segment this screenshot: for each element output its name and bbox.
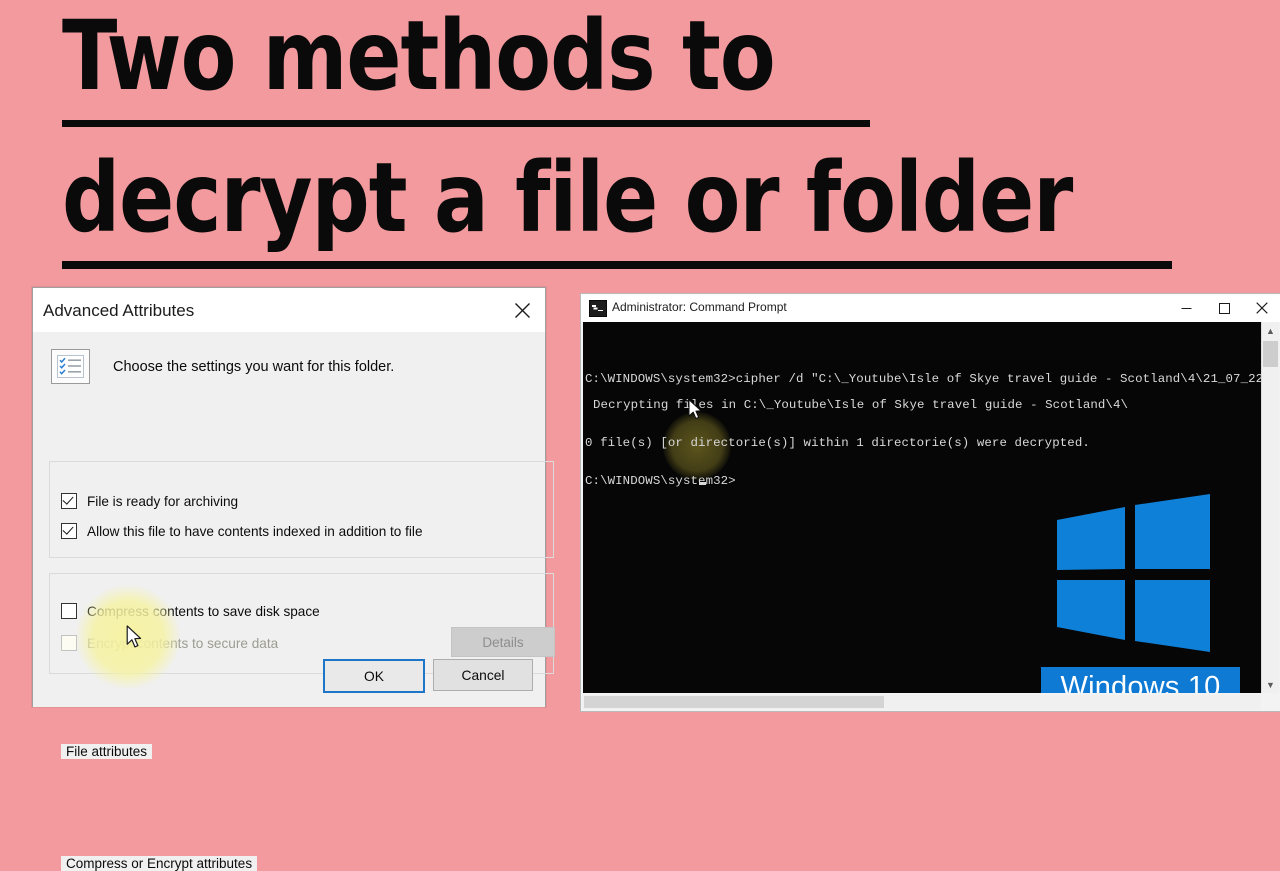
- dialog-title: Advanced Attributes: [43, 301, 195, 320]
- dialog-titlebar: Advanced Attributes: [33, 288, 545, 333]
- scroll-down-arrow-icon[interactable]: ▼: [1262, 676, 1279, 693]
- group-file-attributes-legend: File attributes: [61, 744, 153, 759]
- command-prompt-window: Administrator: Command Prompt C:\WINDOWS…: [580, 293, 1280, 712]
- checkbox-row-allow-contents-indexed[interactable]: Allow this file to have contents indexed…: [61, 521, 423, 541]
- windows-version-label: Windows 10: [1060, 670, 1221, 694]
- close-icon[interactable]: [1243, 294, 1280, 322]
- dialog-footer: OK Cancel: [33, 647, 545, 707]
- console-line: 0 file(s) [or directorie(s)] within 1 di…: [585, 436, 1090, 450]
- page-title-line-2: decrypt a file or folder: [62, 142, 1073, 254]
- console-output-area[interactable]: C:\WINDOWS\system32>cipher /d "C:\_Youtu…: [583, 322, 1261, 693]
- scrollbar-thumb-horizontal[interactable]: [584, 696, 884, 708]
- command-prompt-titlebar: Administrator: Command Prompt: [581, 294, 1280, 322]
- minimize-icon[interactable]: [1167, 294, 1205, 322]
- scrollbar-thumb[interactable]: [1263, 341, 1278, 367]
- advanced-attributes-dialog: Advanced Attributes Choose the settings: [32, 287, 555, 871]
- console-prompt-line: C:\WINDOWS\system32>: [585, 474, 736, 488]
- cancel-button[interactable]: Cancel: [433, 659, 533, 691]
- text-caret: [699, 482, 706, 485]
- windows-version-badge: Windows 10: [1041, 667, 1240, 693]
- checkbox-row-file-ready-for-archiving[interactable]: File is ready for archiving: [61, 491, 238, 511]
- console-icon: [589, 300, 607, 317]
- checkbox-label-compress-contents: Compress contents to save disk space: [87, 603, 320, 619]
- ok-button[interactable]: OK: [323, 659, 425, 693]
- settings-checklist-icon: [51, 349, 90, 384]
- windows-logo-icon: [1053, 494, 1213, 654]
- scroll-up-arrow-icon[interactable]: ▲: [1262, 322, 1279, 339]
- dialog-hint-text: Choose the settings you want for this fo…: [113, 358, 395, 375]
- group-compress-encrypt-legend: Compress or Encrypt attributes: [61, 856, 258, 871]
- console-horizontal-scrollbar[interactable]: [583, 695, 1261, 709]
- checkbox-allow-contents-indexed[interactable]: [61, 523, 77, 539]
- maximize-icon[interactable]: [1205, 294, 1243, 322]
- checkbox-label-allow-contents-indexed: Allow this file to have contents indexed…: [87, 523, 423, 539]
- console-line: Decrypting files in C:\_Youtube\Isle of …: [593, 398, 1129, 412]
- dialog-hint-row: Choose the settings you want for this fo…: [51, 349, 394, 384]
- checkbox-compress-contents[interactable]: [61, 603, 77, 619]
- title-underline-1: [62, 120, 870, 127]
- checkbox-file-ready-for-archiving[interactable]: [61, 493, 77, 509]
- page-title-line-1: Two methods to: [62, 0, 776, 112]
- title-underline-2: [62, 261, 1172, 269]
- dialog-body: Choose the settings you want for this fo…: [33, 333, 555, 871]
- console-line: C:\WINDOWS\system32>cipher /d "C:\_Youtu…: [585, 372, 1261, 386]
- title-block: Two methods to decrypt a file or folder: [0, 0, 1280, 272]
- close-icon[interactable]: [499, 288, 545, 332]
- checkbox-row-compress-contents[interactable]: Compress contents to save disk space: [61, 601, 320, 621]
- console-vertical-scrollbar[interactable]: ▲ ▼: [1261, 322, 1279, 693]
- command-prompt-title: Administrator: Command Prompt: [612, 300, 787, 314]
- checkbox-label-file-ready-for-archiving: File is ready for archiving: [87, 493, 239, 509]
